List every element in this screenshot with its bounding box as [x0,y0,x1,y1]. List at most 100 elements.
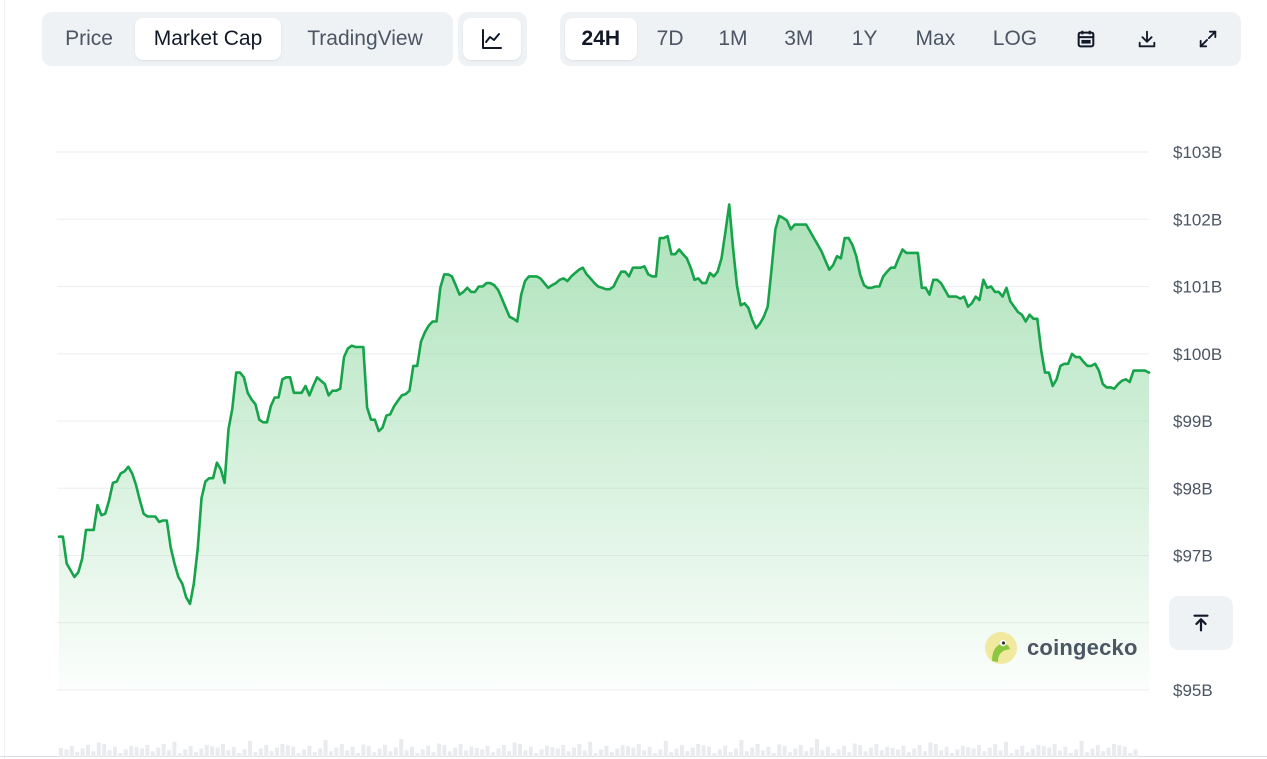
volume-bar [636,744,641,757]
volume-bar [204,744,209,757]
volume-bar [69,745,74,757]
volume-bar [572,747,576,757]
volume-bar [415,753,420,757]
y-tick-label: $101B [1173,278,1222,297]
volume-bar [501,744,506,757]
volume-bar [269,751,274,757]
volume-bar [707,746,711,757]
volume-bar [674,748,679,757]
volume-bar [734,748,738,757]
volume-bar [491,752,495,757]
volume-bar [480,749,485,757]
volume-bar [350,746,355,757]
volume-bar [744,751,749,757]
volume-bar [469,746,474,757]
volume-bar [939,750,944,757]
y-tick-label: $103B [1173,143,1222,162]
volume-bar [231,746,236,757]
volume-bar [669,752,674,757]
volume-bar [539,749,544,757]
volume-bar [955,749,960,757]
volume-bar [588,741,593,757]
volume-bar [782,745,787,757]
volume-bar [912,748,917,757]
volume-bar [863,751,868,757]
volume-bar [896,749,900,757]
volume-bar [528,746,533,757]
volume-bar [474,748,479,757]
volume-bar [1036,744,1041,757]
volume-bar [356,753,360,757]
volume-bar [107,750,112,757]
volume-bar [615,748,620,757]
volume-bar [140,748,144,757]
volume-bar [393,747,398,757]
volume-bar [123,749,128,757]
volume-bar [809,747,814,757]
volume-bar [420,749,425,757]
volume-bar [690,747,695,757]
volume-bar [777,744,782,757]
volume-bar [1095,744,1100,757]
volume-bar [653,753,657,757]
volume-bar [485,745,490,757]
volume-bar [1079,740,1084,757]
volume-bar [933,744,938,757]
scroll-to-top-button[interactable] [1169,596,1233,650]
volume-bar [210,746,215,757]
volume-bar [944,746,949,757]
volume-bar [431,752,436,757]
volume-bar [75,752,80,757]
volume-bar [215,747,220,757]
volume-bar [80,748,85,757]
volume-bar [161,744,166,757]
volume-bar [680,744,684,757]
volume-bar [1004,741,1008,757]
volume-bar [1128,753,1133,757]
volume-bar [253,752,258,757]
volume-bar [248,740,252,757]
arrow-up-to-top-icon [1193,614,1209,632]
volume-bar [858,744,863,757]
volume-bar [755,744,760,757]
volume-bar [361,744,366,757]
volume-bar [1090,748,1095,757]
y-tick-label: $95B [1173,681,1213,700]
volume-bar [1068,753,1073,757]
volume-bar [264,744,269,757]
volume-bar [696,744,701,757]
watermark-text: coingecko [1027,635,1138,660]
volume-bar [647,746,652,757]
volume-bar [701,745,706,757]
volume-bar [879,750,884,757]
volume-bar [512,742,517,757]
coingecko-logo-icon [985,632,1017,664]
volume-bar [145,744,150,757]
volume-bar [129,745,134,757]
volume-bar [982,751,987,757]
volume-bar [825,746,830,757]
volume-bar [150,751,155,757]
volume-bar [890,748,895,757]
y-tick-label: $98B [1173,479,1213,498]
volume-bar [847,752,852,757]
volume-bar [156,747,161,757]
volume-bar [869,747,873,757]
volume-bar [86,744,90,757]
volume-bar [242,749,247,757]
volume-bar [885,746,890,757]
volume-bar [426,745,431,757]
y-tick-label: $97B [1173,547,1213,566]
volume-bar [987,747,992,757]
volume-bar [836,749,841,757]
volume-bar [507,751,512,757]
coingecko-watermark: coingecko [984,631,1138,665]
volume-bar [550,747,555,757]
volume-bar [404,750,409,757]
volume-bar [383,744,387,757]
volume-bar [593,753,598,757]
volume-bar [464,750,468,757]
y-tick-label: $99B [1173,412,1213,431]
volume-bar [977,744,981,757]
volume-bar [1106,747,1111,757]
